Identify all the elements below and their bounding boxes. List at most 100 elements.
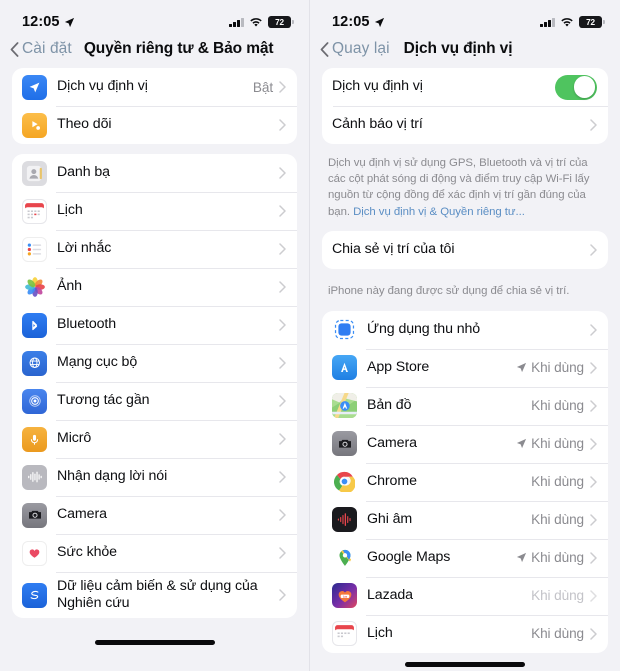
back-button-label: Quay lại [332, 40, 390, 57]
location-group: Dịch vụ định vị Bật Theo dõi [12, 68, 297, 144]
status-bar-time: 12:05 [332, 14, 370, 30]
status-bar-left: 12:05 72 [0, 0, 309, 36]
row-voice-memos[interactable]: Ghi âm Khi dùng [322, 500, 608, 539]
row-label: Lịch [367, 625, 393, 642]
tracking-icon [22, 112, 47, 138]
calendar-icon [332, 621, 357, 647]
contacts-icon [22, 160, 47, 186]
row-label: Nhận dạng lời nói [57, 468, 168, 485]
row-microphone[interactable]: Micrô [12, 420, 297, 458]
row-share-my-location[interactable]: Chia sẻ vị trí của tôi [322, 231, 608, 269]
calendar-icon [22, 198, 47, 224]
chevron-right-icon [279, 205, 286, 217]
status-bar-left-cluster: 12:05 [332, 14, 385, 30]
chevron-left-icon [320, 41, 329, 57]
chrome-icon [332, 469, 357, 495]
row-label: Google Maps [367, 549, 451, 566]
back-button-label: Cài đặt [22, 40, 72, 57]
row-tracking[interactable]: Theo dõi [12, 106, 297, 144]
camera-icon [22, 502, 47, 528]
share-location-group: Chia sẻ vị trí của tôi [322, 230, 608, 269]
row-value: Bật [252, 79, 273, 95]
row-value: Khi dùng [531, 588, 584, 604]
row-label: Bản đồ [367, 397, 412, 414]
chevron-right-icon [279, 81, 286, 93]
photos-icon [22, 274, 47, 300]
battery-icon: 72 [579, 15, 605, 29]
row-camera[interactable]: Camera Khi dùng [322, 424, 608, 463]
camera-icon [332, 431, 357, 457]
row-chrome[interactable]: Chrome Khi dùng [322, 462, 608, 501]
row-speech-recognition[interactable]: Nhận dạng lời nói [12, 458, 297, 496]
status-bar-time: 12:05 [22, 14, 60, 30]
row-health[interactable]: Sức khỏe [12, 534, 297, 572]
chevron-right-icon [279, 319, 286, 331]
back-button-settings[interactable]: Cài đặt [10, 40, 72, 58]
battery-level-text: 72 [586, 17, 595, 27]
toggle-knob [573, 76, 596, 98]
chevron-right-icon [590, 324, 597, 336]
row-location-services[interactable]: Dịch vụ định vị Bật [12, 68, 297, 106]
row-google-maps[interactable]: Google Maps Khi dùng [322, 538, 608, 577]
row-value: Khi dùng [531, 626, 584, 642]
nav-bar-right: Quay lại Dịch vụ định vị [310, 36, 620, 68]
status-bar-left-cluster: 12:05 [22, 14, 75, 30]
row-lazada[interactable]: Laz Lazada Khi dùng [322, 576, 608, 615]
row-camera[interactable]: Camera [12, 496, 297, 534]
row-local-network[interactable]: Mạng cục bộ [12, 344, 297, 382]
nav-bar-left: Cài đặt Quyền riêng tư & Bảo mật [0, 36, 309, 68]
row-label: Dịch vụ định vị [57, 78, 148, 95]
row-label: Mạng cục bộ [57, 354, 138, 371]
back-button-previous[interactable]: Quay lại [320, 40, 390, 58]
dual-screenshot-container: 12:05 72 Cài đặt Quyền riêng tư & Bảo mậ… [0, 0, 620, 671]
row-label: Tương tác gần [57, 392, 150, 409]
home-indicator [405, 662, 525, 667]
row-mini-app[interactable]: Ứng dụng thu nhỏ [322, 311, 608, 349]
battery-level-text: 72 [275, 17, 284, 27]
row-app-store[interactable]: App Store Khi dùng [322, 348, 608, 387]
row-calendar[interactable]: Lịch Khi dùng [322, 614, 608, 653]
row-location-services-toggle[interactable]: Dịch vụ định vị [322, 68, 608, 106]
row-research-sensor-data[interactable]: Dữ liệu cảm biến & sử dụng của Nghiên cứ… [12, 572, 297, 618]
row-apple-maps[interactable]: Bản đồ Khi dùng [322, 386, 608, 425]
row-contacts[interactable]: Danh bạ [12, 154, 297, 192]
chevron-right-icon [279, 357, 286, 369]
row-bluetooth[interactable]: Bluetooth [12, 306, 297, 344]
row-label: Lời nhắc [57, 240, 112, 257]
row-label: Theo dõi [57, 116, 112, 133]
row-value: Khi dùng [531, 550, 584, 566]
row-location-alerts[interactable]: Cảnh báo vị trí [322, 106, 608, 144]
microphone-icon [22, 426, 47, 452]
lazada-icon: Laz [332, 583, 357, 609]
row-value: Khi dùng [531, 436, 584, 452]
app-permissions-group: Danh bạ Lịch Lời nhắc Ảnh Bluetooth Mạng… [12, 154, 297, 618]
row-calendar[interactable]: Lịch [12, 192, 297, 230]
right-scroll-body: Dịch vụ định vị Cảnh báo vị trí Dịch vụ … [310, 68, 620, 653]
page-title-right: Dịch vụ định vị [403, 40, 513, 57]
home-indicator [94, 640, 215, 645]
chevron-right-icon [590, 244, 597, 256]
row-nearby-interactions[interactable]: Tương tác gần [12, 382, 297, 420]
row-label: Lazada [367, 587, 413, 604]
chevron-right-icon [590, 119, 597, 131]
chevron-right-icon [279, 395, 286, 407]
location-services-screen: 12:05 72 Quay lại Dịch vụ định vị Dịch v… [310, 0, 620, 671]
mini-app-icon [332, 317, 357, 343]
battery-icon: 72 [268, 15, 294, 29]
privacy-link[interactable]: Dịch vụ định vị & Quyền riêng tư... [353, 206, 525, 218]
row-label: Chrome [367, 473, 417, 490]
location-arrow-icon [517, 363, 527, 373]
cellular-signal-icon [229, 17, 244, 27]
status-bar-right: 12:05 72 [310, 0, 620, 36]
local-network-icon [22, 350, 47, 376]
row-label: Ghi âm [367, 511, 413, 528]
location-services-toggle[interactable] [555, 74, 597, 100]
row-label: Sức khỏe [57, 544, 117, 561]
share-location-footnote: iPhone này đang được sử dụng để chia sẻ … [328, 284, 570, 297]
chevron-right-icon [590, 552, 597, 564]
privacy-security-screen: 12:05 72 Cài đặt Quyền riêng tư & Bảo mậ… [0, 0, 310, 671]
row-reminders[interactable]: Lời nhắc [12, 230, 297, 268]
page-title-left: Quyền riêng tư & Bảo mật [83, 40, 274, 57]
row-value: Khi dùng [531, 360, 584, 376]
row-photos[interactable]: Ảnh [12, 268, 297, 306]
